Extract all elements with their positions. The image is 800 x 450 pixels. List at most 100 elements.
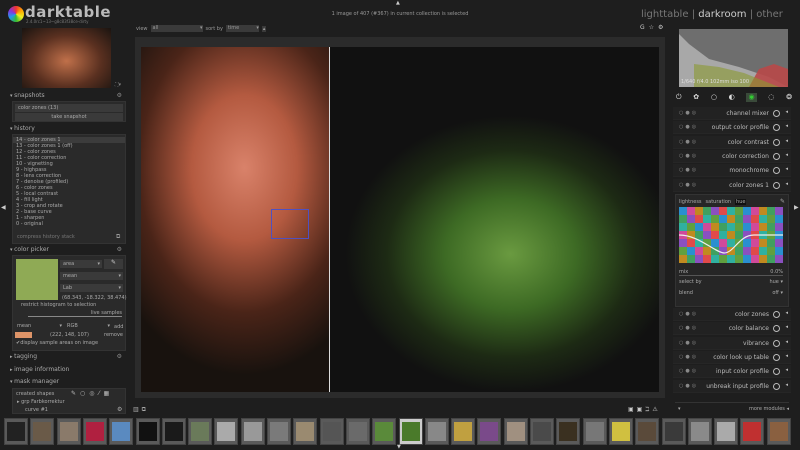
select-by-combo[interactable]: select by hue ▾: [679, 279, 783, 285]
module-expand-icon[interactable]: ◂: [785, 382, 788, 388]
module-controls[interactable]: ○●◎: [679, 182, 698, 188]
histogram[interactable]: 1/640 f/4.0 102mm iso 100: [679, 29, 788, 87]
mask-manager-header[interactable]: mask manager: [10, 377, 128, 387]
tab-lightness[interactable]: lightness: [679, 199, 702, 205]
color-picker-header[interactable]: color picker ⚙: [10, 245, 128, 255]
view-other[interactable]: other: [756, 9, 783, 20]
take-snapshot-button[interactable]: take snapshot: [15, 113, 123, 121]
module-controls[interactable]: ○●◎: [679, 153, 698, 159]
view-darkroom[interactable]: darkroom: [698, 9, 746, 20]
color-group-icon[interactable]: ◐: [729, 93, 735, 102]
image-canvas[interactable]: [141, 47, 659, 392]
effect-group-icon[interactable]: ❂: [786, 93, 792, 102]
module-row[interactable]: ○●◎ channel mixer ◂: [673, 107, 791, 120]
mask-curve-item[interactable]: curve #1: [25, 407, 48, 413]
module-expand-icon[interactable]: ◂: [785, 367, 788, 373]
filmstrip-thumbnail[interactable]: [582, 418, 607, 445]
picker-colorspace-select[interactable]: Lab ▾: [60, 284, 123, 292]
basic-group-icon[interactable]: ✿: [693, 93, 699, 102]
filmstrip-thumbnail[interactable]: [293, 418, 318, 445]
module-groups[interactable]: ⏻ ✿ ○ ◐ ◉ ◌ ❂: [676, 93, 792, 102]
filmstrip-thumbnail[interactable]: [766, 418, 791, 445]
color-picker-area[interactable]: [271, 209, 309, 239]
module-expand-icon[interactable]: ◂: [785, 353, 788, 359]
module-row[interactable]: ○●◎ output color profile ◂: [673, 121, 791, 135]
filmstrip-thumbnail[interactable]: [30, 418, 55, 445]
gear-icon[interactable]: ⚙: [117, 406, 122, 413]
module-expand-icon[interactable]: ◂: [785, 138, 788, 144]
filmstrip-thumbnail[interactable]: [161, 418, 186, 445]
tone-group-icon[interactable]: ○: [711, 93, 717, 102]
module-expand-icon[interactable]: ◂: [785, 181, 788, 187]
filmstrip-thumbnail[interactable]: [188, 418, 213, 445]
module-controls[interactable]: ○●◎: [679, 368, 698, 374]
module-row[interactable]: ○●◎ input color profile ◂: [673, 365, 791, 379]
filmstrip-thumbnail[interactable]: [556, 418, 581, 445]
filmstrip-thumbnail[interactable]: [608, 418, 633, 445]
filmstrip-thumbnail[interactable]: [135, 418, 160, 445]
module-expand-icon[interactable]: ◂: [785, 109, 788, 115]
filmstrip-thumbnail[interactable]: [740, 418, 765, 445]
module-controls[interactable]: ○●◎: [679, 354, 698, 360]
top-panel-toggle[interactable]: ▲: [396, 0, 400, 6]
filmstrip-thumbnail[interactable]: [398, 418, 423, 445]
bottom-left-tools[interactable]: ▥⧉: [133, 406, 149, 414]
filmstrip-thumbnail[interactable]: [345, 418, 370, 445]
sort-select[interactable]: time ▾: [225, 25, 259, 32]
correct-group-icon[interactable]: ◌: [768, 93, 774, 102]
gear-icon[interactable]: ⚙: [117, 352, 122, 362]
blend-combo[interactable]: blend off ▾: [679, 290, 783, 296]
filmstrip-thumbnail[interactable]: [372, 418, 397, 445]
more-modules-button[interactable]: ▾ more modules ◂: [675, 402, 789, 412]
navigation-preview[interactable]: [22, 28, 111, 88]
filmstrip-thumbnail[interactable]: [267, 418, 291, 445]
module-controls[interactable]: ○●◎: [679, 124, 698, 130]
module-expand-icon[interactable]: ◂: [785, 339, 788, 345]
view-select[interactable]: all ▾: [150, 25, 203, 32]
filmstrip-thumbnail[interactable]: [477, 418, 502, 445]
active-color-group-icon[interactable]: ◉: [746, 93, 757, 102]
shape-tools[interactable]: ✎○◎⁄▦: [71, 390, 113, 397]
module-expand-icon[interactable]: ◂: [785, 123, 788, 129]
filmstrip-thumbnail[interactable]: [714, 418, 739, 445]
module-expand-icon[interactable]: ◂: [785, 324, 788, 330]
mask-group-item[interactable]: ▸ grp Farbkorrektur: [17, 399, 65, 405]
sample-stat-select[interactable]: mean ▾: [14, 322, 62, 330]
picker-stat-select[interactable]: mean ▾: [60, 272, 123, 280]
history-header[interactable]: history: [10, 124, 128, 134]
filmstrip-thumbnail[interactable]: [661, 418, 686, 445]
filmstrip-toggle[interactable]: ▼: [397, 444, 401, 450]
module-row[interactable]: ○●◎ vibrance ◂: [673, 336, 791, 350]
module-row[interactable]: ○●◎ color zones ◂: [673, 308, 791, 321]
zoom-selector[interactable]: ⛶▾: [115, 82, 121, 88]
filmstrip-thumbnail[interactable]: [214, 418, 239, 445]
sample-swatch[interactable]: [15, 332, 32, 338]
module-row[interactable]: ○●◎ color contrast ◂: [673, 135, 791, 149]
module-row[interactable]: ○●◎ color correction ◂: [673, 149, 791, 163]
filmstrip-thumbnail[interactable]: [109, 418, 134, 445]
filmstrip-thumbnail[interactable]: [687, 418, 712, 445]
top-right-icons[interactable]: G☆⚙: [640, 24, 667, 31]
module-row[interactable]: ○●◎ color zones 1 ◂: [673, 178, 791, 192]
mix-slider[interactable]: mix 0.0%: [679, 269, 783, 276]
module-row[interactable]: ○●◎ color look up table ◂: [673, 350, 791, 364]
module-expand-icon[interactable]: ◂: [785, 166, 788, 172]
color-picker-icon[interactable]: ✎: [104, 259, 123, 269]
sample-space-select[interactable]: RGB ▾: [64, 322, 110, 330]
left-panel-toggle[interactable]: ◀: [1, 204, 6, 211]
module-row[interactable]: ○●◎ color balance ◂: [673, 322, 791, 336]
sort-direction-button[interactable]: ▴: [261, 25, 267, 32]
tab-saturation[interactable]: saturation: [706, 199, 732, 205]
snapshots-header[interactable]: snapshots ⚙: [10, 91, 128, 101]
module-row[interactable]: ○●◎ monochrome ◂: [673, 164, 791, 178]
view-lighttable[interactable]: lighttable: [641, 9, 689, 20]
create-style-icon[interactable]: ⧉: [116, 233, 120, 241]
gear-icon[interactable]: ⚙: [117, 245, 122, 255]
picker-mode-select[interactable]: area ▾: [60, 260, 102, 268]
module-controls[interactable]: ○●◎: [679, 110, 698, 116]
module-expand-icon[interactable]: ◂: [785, 152, 788, 158]
eyedropper-icon[interactable]: ✎: [780, 198, 785, 205]
filmstrip-thumbnail[interactable]: [530, 418, 554, 445]
filmstrip-thumbnail[interactable]: [503, 418, 528, 445]
module-expand-icon[interactable]: ◂: [785, 310, 788, 316]
